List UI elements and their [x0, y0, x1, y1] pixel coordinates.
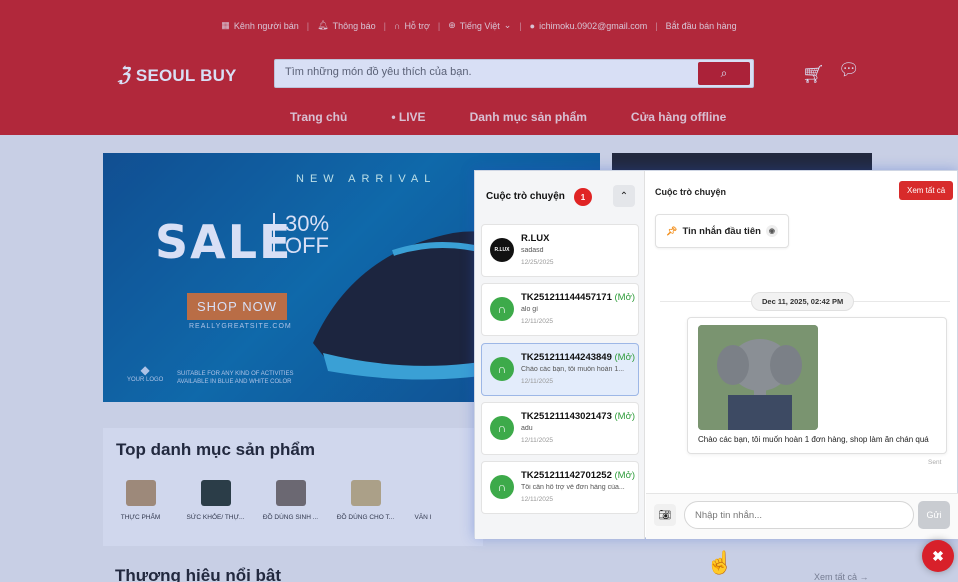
nav-live[interactable]: LIVE: [391, 110, 426, 124]
headset-avatar-icon: ∩: [490, 475, 514, 499]
chat-bubble-icon[interactable]: 💬︎: [838, 60, 860, 80]
headset-avatar-icon: ∩: [490, 297, 514, 321]
brands-title: Thương hiệu nổi bật: [115, 566, 282, 582]
category-item[interactable]: ĐỒ DÙNG SINH ...: [253, 480, 328, 521]
account-link[interactable]: ● ichimoku.0902@gmail.com: [530, 21, 648, 31]
date-separator: Dec 11, 2025, 02:42 PM: [751, 292, 855, 311]
seller-channel-link[interactable]: ▦ Kênh người bán: [221, 20, 299, 31]
brands-see-all-link[interactable]: Xem tất cả →: [814, 572, 869, 582]
eye-icon: ◉: [765, 225, 778, 237]
store-icon: ▦: [221, 20, 230, 30]
main-nav: Trang chủ LIVE Danh mục sản phẩm Cửa hàn…: [290, 110, 726, 124]
divider: |: [383, 20, 386, 31]
conversation-item[interactable]: ∩ TK251211143021473 (Mở) adu 12/11/2025: [481, 402, 639, 455]
search-bar: ⌕: [274, 59, 754, 88]
search-button[interactable]: ⌕: [698, 62, 750, 85]
conversation-item[interactable]: ∩ TK251211142701252 (Mở) Tôi cần hỗ trợ …: [481, 461, 639, 514]
category-image: [408, 480, 438, 506]
category-image: [200, 480, 231, 506]
camera-icon[interactable]: 📷︎: [654, 504, 676, 526]
top-categories: Top danh mục sản phẩm THỰC PHẨM SỨC KHỎE…: [103, 428, 483, 546]
category-item[interactable]: SỨC KHỎE/ THỰ...: [178, 480, 253, 521]
cart-icon[interactable]: 🛒︎: [802, 64, 825, 85]
category-item[interactable]: VĂN I: [403, 480, 443, 521]
sale-text: SALE: [155, 215, 293, 269]
nav-home[interactable]: Trang chủ: [290, 110, 347, 124]
logo-icon: ℨ: [118, 65, 130, 86]
pin-icon: 📌︎: [666, 225, 678, 236]
shop-now-button[interactable]: SHOP NOW: [187, 293, 287, 320]
banner-site: REALLYGREATSITE.COM: [189, 323, 292, 330]
category-image: [350, 480, 381, 506]
headset-avatar-icon: ∩: [490, 357, 514, 381]
elephant-image: [698, 325, 818, 430]
top-bar: ▦ Kênh người bán | 🔔︎ Thông báo | ∩ Hỗ trợ …: [0, 20, 958, 31]
message-status: Sent: [928, 459, 942, 466]
send-button[interactable]: Gửi: [918, 501, 950, 529]
support-link[interactable]: ∩ Hỗ trợ: [394, 21, 430, 31]
category-image: [275, 480, 306, 506]
category-image: [125, 480, 156, 506]
chevron-down-icon: ⌄: [503, 20, 512, 30]
chevron-up-icon: ⌃: [619, 190, 629, 202]
message-input[interactable]: [684, 501, 914, 529]
chat-window: Cuộc trò chuyện 1 ⌃ R.LUX R.LUX sadasd 1…: [474, 170, 958, 539]
conversation-item[interactable]: ∩ TK251211144457171 (Mở) alo gì 12/11/20…: [481, 283, 639, 336]
search-icon: ⌕: [720, 66, 728, 80]
banner-caption: SUITABLE FOR ANY KIND OF ACTIVITIES AVAIL…: [177, 371, 294, 385]
nav-offline-stores[interactable]: Cửa hàng offline: [631, 110, 726, 124]
site-logo[interactable]: ℨ SEOUL BUY: [118, 64, 237, 87]
view-all-button[interactable]: Xem tất cả: [899, 181, 954, 200]
globe-icon: ⊕: [448, 20, 456, 30]
discount-text: 30% OFF: [273, 213, 329, 257]
category-item[interactable]: THỰC PHẨM: [103, 480, 178, 521]
close-chat-button[interactable]: ✖: [922, 540, 954, 572]
divider: |: [655, 20, 658, 31]
conversation-item-active[interactable]: ∩ TK251211144243849 (Mở) Chào các bạn, t…: [481, 343, 639, 396]
unread-badge: 1: [574, 188, 592, 206]
start-selling-link[interactable]: Bắt đầu bán hàng: [666, 21, 737, 31]
bell-icon: 🔔︎: [317, 20, 329, 30]
conversation-item[interactable]: R.LUX R.LUX sadasd 12/25/2025: [481, 224, 639, 277]
site-header: ▦ Kênh người bán | 🔔︎ Thông báo | ∩ Hỗ trợ …: [0, 0, 958, 135]
search-input[interactable]: [285, 66, 695, 78]
chat-panel-title: Cuộc trò chuyện: [655, 187, 727, 197]
divider: |: [437, 20, 441, 31]
user-icon: ●: [529, 20, 536, 31]
message-composer: 📷︎ Gửi: [646, 493, 958, 539]
conversation-list-panel: Cuộc trò chuyện 1 ⌃ R.LUX R.LUX sadasd 1…: [475, 171, 645, 539]
headset-avatar-icon: ∩: [490, 416, 514, 440]
notifications-link[interactable]: 🔔︎ Thông báo: [317, 20, 375, 31]
collapse-button[interactable]: ⌃: [613, 185, 635, 207]
banner-logo: ◆ YOUR LOGO: [127, 363, 164, 383]
headset-icon: ∩: [393, 20, 401, 31]
first-message-button[interactable]: 📌︎ Tin nhắn đầu tiên ◉: [655, 214, 789, 248]
divider: |: [306, 20, 310, 31]
nav-categories[interactable]: Danh mục sản phẩm: [470, 110, 587, 124]
conversation-list-title: Cuộc trò chuyện: [486, 191, 565, 202]
hand-cursor-icon: ☝: [706, 550, 734, 575]
category-list: THỰC PHẨM SỨC KHỎE/ THỰ... ĐỒ DÙNG SINH …: [103, 480, 443, 521]
new-arrival-text: NEW ARRIVAL: [296, 173, 437, 185]
avatar: R.LUX: [490, 238, 514, 262]
divider: |: [519, 20, 522, 31]
message-image[interactable]: [698, 325, 818, 430]
category-item[interactable]: ĐỒ DÙNG CHO T...: [328, 480, 403, 521]
message-text: Chào các bạn, tôi muốn hoàn 1 đơn hàng, …: [698, 435, 929, 444]
section-title: Top danh mục sản phẩm: [116, 440, 315, 459]
language-selector[interactable]: ⊕ Tiếng Việt ⌄: [448, 20, 511, 31]
message-bubble: Chào các bạn, tôi muốn hoàn 1 đơn hàng, …: [687, 317, 947, 454]
close-icon: ✖: [932, 547, 944, 564]
